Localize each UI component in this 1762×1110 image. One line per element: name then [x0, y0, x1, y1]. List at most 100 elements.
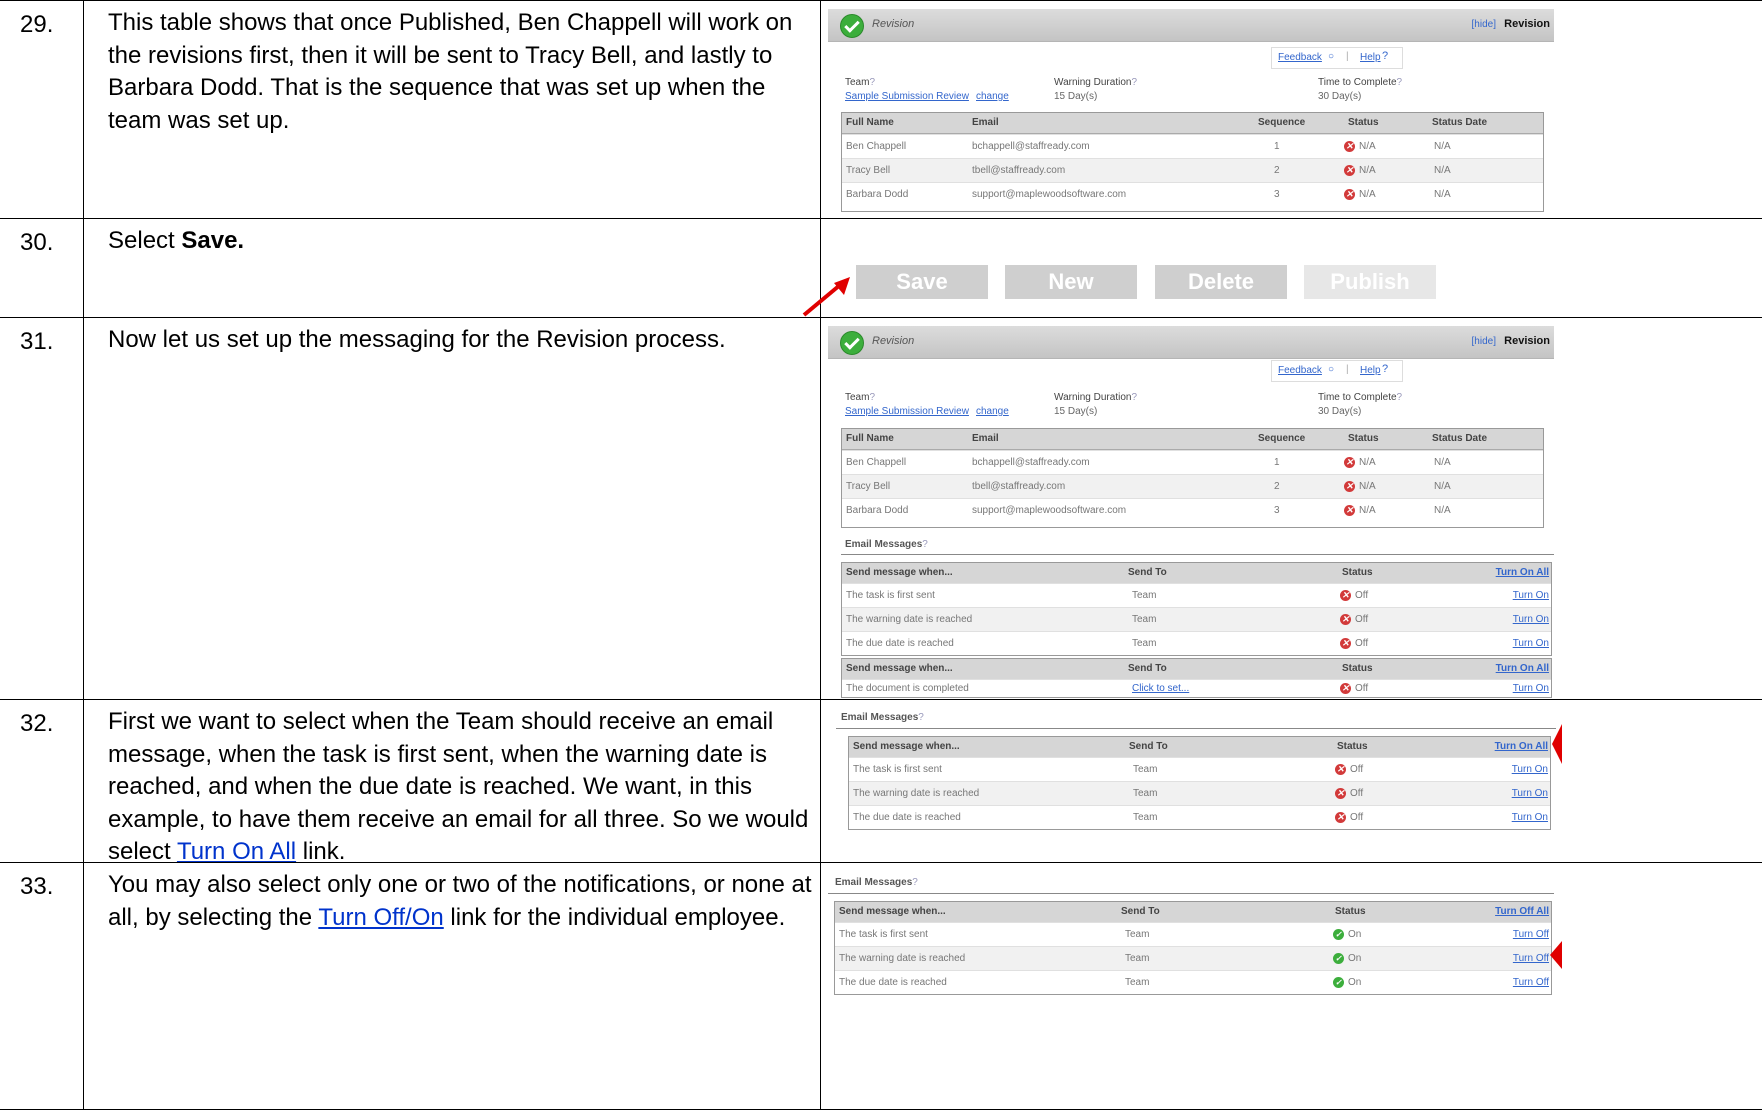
turn-on-link[interactable]: Turn On	[1512, 788, 1548, 799]
check-icon: ✓	[1333, 929, 1344, 940]
help-link[interactable]: Help	[1360, 365, 1381, 376]
table-header: Full Name Email Sequence Status Status D…	[842, 113, 1543, 134]
error-icon: ✕	[1340, 590, 1351, 601]
error-icon: ✕	[1344, 457, 1355, 468]
panel-right-title: Revision	[1504, 335, 1550, 347]
table-row: The due date is reached Team ✓ On Turn Of…	[835, 970, 1551, 995]
team-link[interactable]: Sample Submission Review	[845, 406, 969, 417]
step-text: Select Save.	[108, 227, 245, 254]
panel-title: Revision	[872, 335, 915, 347]
pointer-arrow-icon	[802, 277, 850, 317]
step-number: 33.	[20, 873, 54, 900]
feedback-help-bar: Feedback ○ | Help ?	[1271, 360, 1403, 382]
table-header: Send message when... Send To Status Turn…	[849, 737, 1550, 758]
table-header: Full Name Email Sequence Status Status D…	[842, 429, 1543, 450]
team-label: Team?	[845, 77, 876, 88]
step-number: 31.	[20, 328, 54, 355]
divider	[828, 893, 1554, 894]
panel-right-title: Revision	[1504, 18, 1550, 30]
revision-panel-screenshot: Revision [hide] Revision Feedback ○ | He…	[828, 9, 1554, 215]
table-row: Ben Chappell bchappell@staffready.com 1 …	[842, 134, 1543, 159]
publish-button[interactable]: Publish	[1304, 265, 1436, 299]
email-messages-title: Email Messages?	[841, 712, 924, 723]
team-label: Team?	[845, 392, 876, 403]
email-messages-table: Send message when... Send To Status Turn…	[848, 736, 1551, 830]
email-messages-table: Send message when... Send To Status Turn…	[834, 901, 1552, 995]
turn-on-link[interactable]: Turn On	[1512, 764, 1548, 775]
turn-on-link[interactable]: Turn On	[1513, 614, 1549, 625]
pointer-arrow-icon	[1552, 724, 1562, 764]
separator: |	[1346, 51, 1349, 62]
speech-bubble-icon: ○	[1328, 51, 1335, 62]
instruction-document: 29. This table shows that once Published…	[0, 0, 1762, 1110]
turn-off-link[interactable]: Turn Off	[1513, 977, 1549, 988]
email-messages-on-screenshot: Email Messages? Send message when... Sen…	[828, 867, 1554, 1107]
time-to-complete-value: 30 Day(s)	[1318, 406, 1362, 417]
error-icon: ✕	[1335, 764, 1346, 775]
step-row-31: 31. Now let us set up the messaging for …	[0, 317, 1762, 700]
turn-on-link[interactable]: Turn On	[1513, 590, 1549, 601]
turn-off-link[interactable]: Turn Off	[1513, 953, 1549, 964]
team-change-link[interactable]: change	[976, 91, 1009, 102]
checkmark-icon	[840, 14, 864, 38]
error-icon: ✕	[1344, 481, 1355, 492]
divider	[841, 554, 1554, 555]
turn-off-on-reference-link[interactable]: Turn Off/On	[318, 904, 443, 931]
new-button[interactable]: New	[1005, 265, 1137, 299]
error-icon: ✕	[1344, 505, 1355, 516]
error-icon: ✕	[1344, 189, 1355, 200]
table-header: Send message when... Send To Status Turn…	[835, 902, 1551, 923]
hide-link[interactable]: [hide]	[1472, 19, 1496, 30]
turn-on-all-link[interactable]: Turn On All	[1495, 741, 1548, 752]
email-messages-table: Send message when... Send To Status Turn…	[841, 562, 1552, 656]
team-change-link[interactable]: change	[976, 406, 1009, 417]
step-text: First we want to select when the Team sh…	[108, 708, 809, 865]
error-icon: ✕	[1340, 683, 1351, 694]
team-members-table: Full Name Email Sequence Status Status D…	[841, 112, 1544, 212]
feedback-link[interactable]: Feedback	[1278, 52, 1322, 63]
delete-button[interactable]: Delete	[1155, 265, 1287, 299]
table-row: The warning date is reached Team ✓ On Tur…	[835, 946, 1551, 971]
team-link[interactable]: Sample Submission Review	[845, 91, 969, 102]
speech-bubble-icon: ○	[1328, 364, 1335, 375]
hide-link[interactable]: [hide]	[1472, 336, 1496, 347]
check-icon: ✓	[1333, 953, 1344, 964]
table-row: The task is first sent Team ✕ Off Turn On	[842, 583, 1551, 608]
help-link[interactable]: Help	[1360, 52, 1381, 63]
turn-off-all-link[interactable]: Turn Off All	[1495, 906, 1549, 917]
turn-on-all-link[interactable]: Turn On All	[1496, 567, 1549, 578]
turn-on-all-link[interactable]: Turn On All	[1496, 663, 1549, 674]
step-text: You may also select only one or two of t…	[108, 871, 812, 931]
team-members-table: Full Name Email Sequence Status Status D…	[841, 428, 1544, 528]
turn-off-link[interactable]: Turn Off	[1513, 929, 1549, 940]
panel-title: Revision	[872, 18, 915, 30]
email-messages-title: Email Messages?	[835, 877, 918, 888]
table-header: Send message when... Send To Status Turn…	[842, 659, 1551, 680]
table-row: Barbara Dodd support@maplewoodsoftware.c…	[842, 182, 1543, 207]
step-text: This table shows that once Published, Be…	[108, 9, 793, 134]
question-icon: ?	[1382, 363, 1389, 375]
turn-on-link[interactable]: Turn On	[1512, 812, 1548, 823]
table-row: The warning date is reached Team ✕ Off Tu…	[842, 607, 1551, 632]
table-row: The due date is reached Team ✕ Off Turn O…	[849, 805, 1550, 830]
warning-duration-value: 15 Day(s)	[1054, 406, 1098, 417]
click-to-set-link[interactable]: Click to set...	[1132, 683, 1189, 694]
step-number: 32.	[20, 710, 54, 737]
table-row: Tracy Bell tbell@staffready.com 2 ✕ N/A N…	[842, 158, 1543, 183]
turn-on-link[interactable]: Turn On	[1513, 638, 1549, 649]
time-to-complete-label: Time to Complete?	[1318, 392, 1403, 403]
panel-header: Revision [hide] Revision	[828, 326, 1554, 359]
time-to-complete-label: Time to Complete?	[1318, 77, 1403, 88]
error-icon: ✕	[1335, 812, 1346, 823]
turn-on-link[interactable]: Turn On	[1513, 683, 1549, 694]
turn-on-all-reference-link[interactable]: Turn On All	[177, 838, 296, 865]
panel-header: Revision [hide] Revision	[828, 9, 1554, 42]
table-row: The task is first sent Team ✓ On Turn Off	[835, 922, 1551, 947]
feedback-link[interactable]: Feedback	[1278, 365, 1322, 376]
check-icon: ✓	[1333, 977, 1344, 988]
time-to-complete-value: 30 Day(s)	[1318, 91, 1362, 102]
step-text: Now let us set up the messaging for the …	[108, 326, 726, 353]
checkmark-icon	[840, 331, 864, 355]
save-button[interactable]: Save	[856, 265, 988, 299]
question-icon: ?	[1382, 50, 1389, 62]
